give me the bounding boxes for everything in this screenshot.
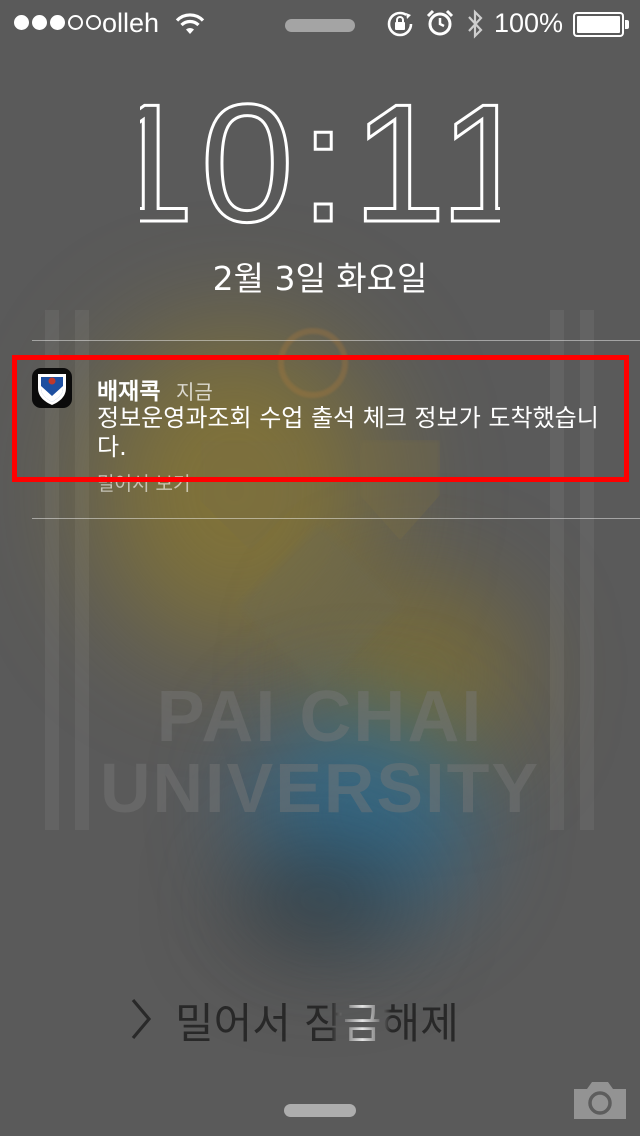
notification-highlight-box: [12, 355, 629, 482]
rotation-lock-icon: [387, 11, 413, 37]
control-center-grabber[interactable]: [284, 1104, 356, 1117]
wallpaper-text-line1: PAI CHAI: [156, 677, 484, 757]
signal-dots-icon: [14, 15, 101, 30]
wallpaper-text-line2: UNIVERSITY: [99, 749, 541, 827]
battery-percent: 100%: [494, 8, 564, 38]
carrier-name: olleh: [102, 8, 160, 38]
battery-icon: [573, 12, 629, 37]
slide-to-unlock[interactable]: 밀어서 잠금해제: [0, 990, 640, 1050]
wifi-icon: [175, 13, 205, 34]
notification-divider-bottom: [32, 518, 640, 519]
chevron-right-icon: [131, 998, 152, 1040]
notification-center-grabber[interactable]: [285, 19, 355, 32]
alarm-clock-icon: [426, 9, 454, 36]
slide-to-unlock-label: 밀어서 잠금해제: [175, 990, 459, 1051]
camera-icon[interactable]: [572, 1079, 628, 1121]
bluetooth-icon: [468, 9, 483, 39]
status-bar: olleh 100%: [0, 0, 640, 48]
lock-screen-date: 2월 3일 화요일: [212, 259, 428, 298]
lock-screen-time: 10:11: [140, 96, 500, 236]
notification-divider-top: [32, 340, 640, 341]
lock-screen-clock: 10:11: [140, 96, 500, 236]
